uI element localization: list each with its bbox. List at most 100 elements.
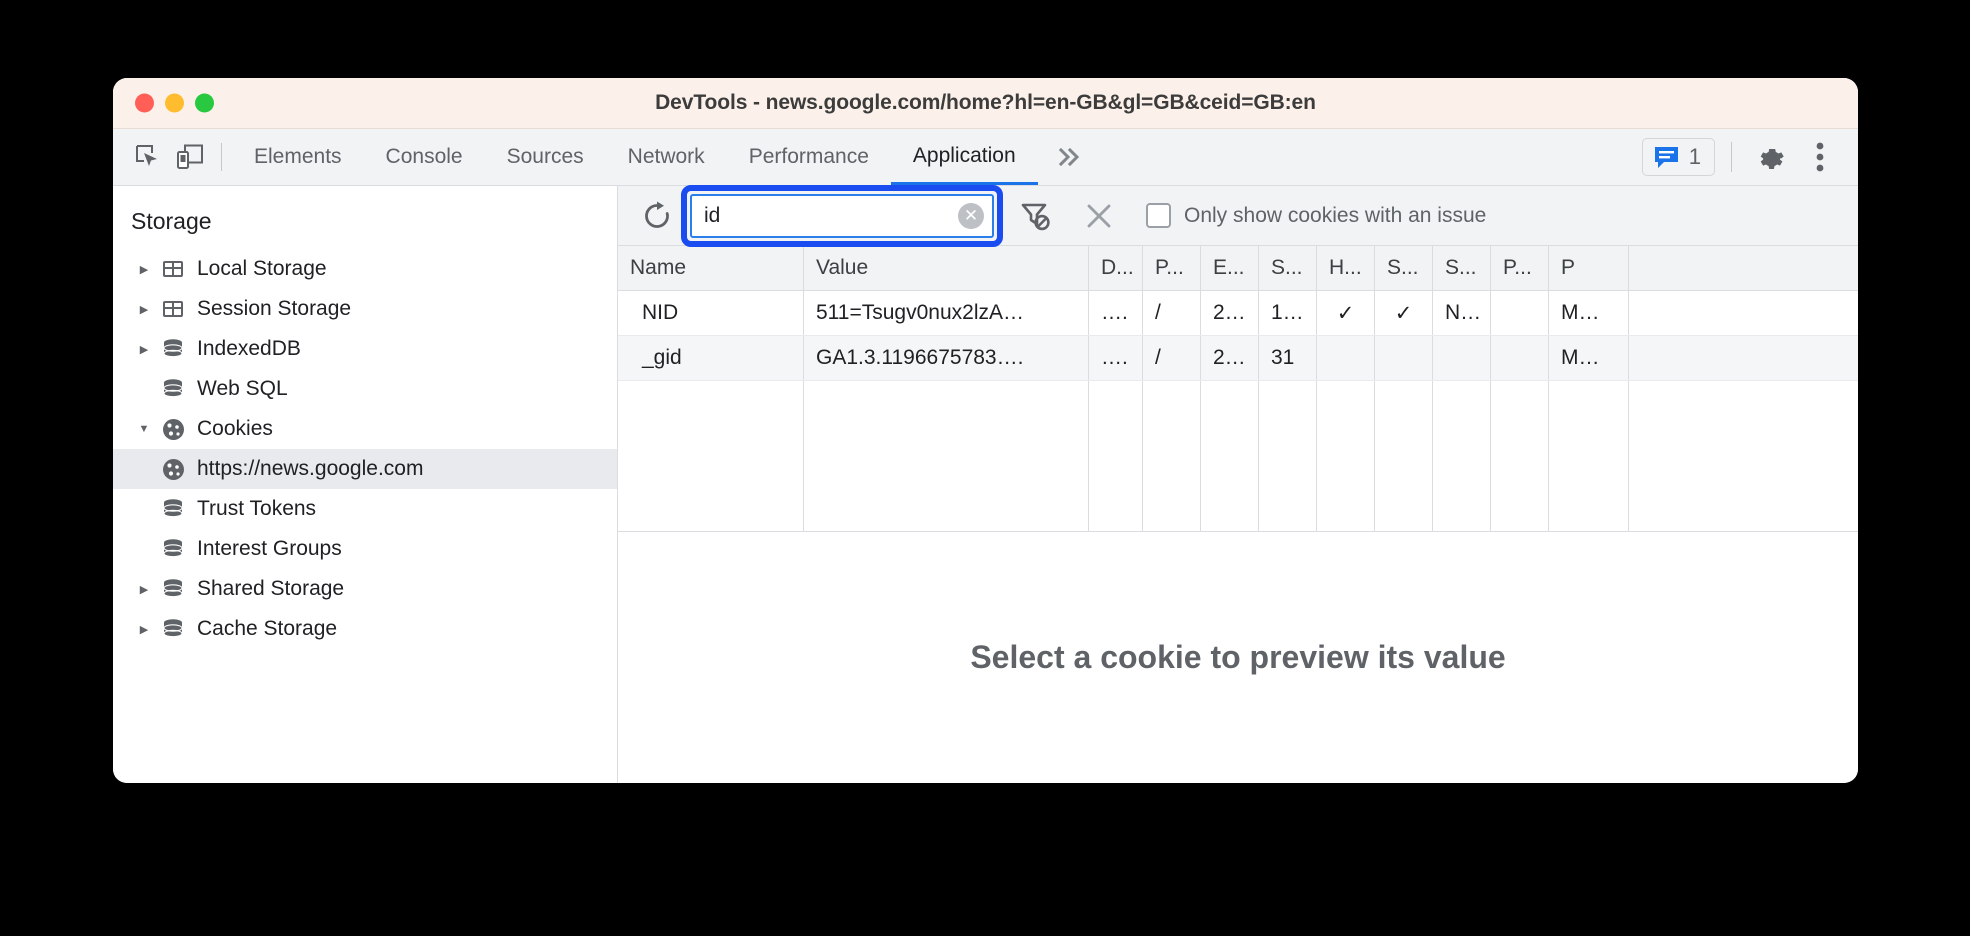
sidebar-item-label: https://news.google.com: [197, 457, 424, 480]
gear-icon[interactable]: [1748, 135, 1792, 179]
sidebar-item-session-storage[interactable]: ▶ Session Storage: [113, 289, 617, 329]
sidebar-item-cache-storage[interactable]: ▶ Cache Storage: [113, 609, 617, 649]
column-header-priority[interactable]: P: [1549, 246, 1629, 290]
cell-value: 511=Tsugv0nux2lzA…: [804, 291, 1089, 335]
cookies-pane: id ✕ Only show cookies with an issue Nam…: [618, 184, 1858, 783]
cookie-icon: [157, 457, 189, 482]
sidebar-item-label: Local Storage: [197, 257, 327, 280]
sidebar-item-trust-tokens[interactable]: ▶ Trust Tokens: [113, 489, 617, 529]
sidebar-item-indexeddb[interactable]: ▶ IndexedDB: [113, 329, 617, 369]
sidebar-item-web-sql[interactable]: ▶ Web SQL: [113, 369, 617, 409]
three-dots-vertical-icon[interactable]: [1798, 135, 1842, 179]
table-fill-column: [1143, 381, 1201, 531]
tab-network[interactable]: Network: [606, 129, 727, 185]
chevron-double-right-icon[interactable]: [1038, 129, 1100, 185]
cell-samesite: [1433, 336, 1491, 380]
screenshot-root: DevTools - news.google.com/home?hl=en-GB…: [0, 0, 1970, 936]
issues-message-icon: [1654, 146, 1678, 168]
cookies-table: Name Value D... P... E... S... H... S...…: [618, 246, 1858, 532]
refresh-icon[interactable]: [634, 193, 680, 239]
cell-secure: [1375, 336, 1433, 380]
tab-sources[interactable]: Sources: [485, 129, 606, 185]
column-header-samesite[interactable]: S...: [1433, 246, 1491, 290]
sidebar-item-local-storage[interactable]: ▶ Local Storage: [113, 249, 617, 289]
clear-filter-funnel-icon[interactable]: [1012, 193, 1058, 239]
cookie-icon: [157, 417, 189, 442]
issues-count: 1: [1688, 144, 1701, 169]
toolbar-divider: [1731, 142, 1732, 172]
table-fill-column: [804, 381, 1089, 531]
tab-label: Console: [385, 145, 463, 168]
device-toolbar-icon[interactable]: [169, 129, 211, 185]
chevron-right-icon[interactable]: ▶: [131, 303, 157, 316]
column-header-size[interactable]: S...: [1259, 246, 1317, 290]
database-icon: [157, 377, 189, 401]
column-header-secure[interactable]: S...: [1375, 246, 1433, 290]
cell-priority: M…: [1549, 291, 1629, 335]
tab-console[interactable]: Console: [364, 129, 485, 185]
sidebar-item-label: Shared Storage: [197, 577, 345, 600]
minimize-window-button[interactable]: [165, 93, 184, 113]
sidebar-item-label: Cookies: [197, 417, 273, 440]
window-titlebar: DevTools - news.google.com/home?hl=en-GB…: [113, 78, 1858, 129]
sidebar-item-cookies[interactable]: ▼ Cookies: [113, 409, 617, 449]
cell-path: /: [1143, 291, 1201, 335]
column-header-expires[interactable]: E...: [1201, 246, 1259, 290]
column-header-partitionkey[interactable]: P...: [1491, 246, 1549, 290]
close-window-button[interactable]: [135, 93, 154, 113]
chevron-down-icon[interactable]: ▼: [131, 423, 157, 435]
window-title: DevTools - news.google.com/home?hl=en-GB…: [655, 91, 1316, 114]
cell-size: 1…: [1259, 291, 1317, 335]
cookies-filter-toolbar: id ✕ Only show cookies with an issue: [618, 184, 1858, 247]
cell-httponly: [1317, 336, 1375, 380]
issues-badge[interactable]: 1: [1641, 138, 1715, 176]
search-input-value: id: [704, 203, 721, 227]
sidebar-item-label: Web SQL: [197, 377, 288, 400]
inspect-cursor-icon[interactable]: [127, 129, 169, 185]
table-row[interactable]: _gid GA1.3.1196675783…. …. / 2… 31 M…: [618, 336, 1858, 381]
cell-expires: 2…: [1201, 291, 1259, 335]
sidebar-heading: Storage: [131, 208, 212, 234]
sidebar-item-label: Trust Tokens: [197, 497, 317, 520]
cell-partitionkey: [1491, 336, 1549, 380]
table-header-row: Name Value D... P... E... S... H... S...…: [618, 246, 1858, 291]
column-header-value[interactable]: Value: [804, 246, 1089, 290]
cell-httponly: ✓: [1317, 291, 1375, 335]
close-x-icon[interactable]: [1076, 193, 1122, 239]
sidebar-item-label: Session Storage: [197, 297, 352, 320]
only-issues-checkbox[interactable]: [1146, 203, 1171, 228]
cookie-filter-search: id ✕: [681, 184, 1003, 247]
cell-name: NID: [618, 291, 804, 335]
tab-application[interactable]: Application: [890, 129, 1038, 185]
devtools-tabbar: Elements Console Sources Network Perform…: [113, 129, 1858, 186]
column-header-httponly[interactable]: H...: [1317, 246, 1375, 290]
sidebar-item-label: Cache Storage: [197, 617, 338, 640]
chevron-right-icon[interactable]: ▶: [131, 623, 157, 636]
column-header-name[interactable]: Name: [618, 246, 804, 290]
cell-path: /: [1143, 336, 1201, 380]
sidebar-item-shared-storage[interactable]: ▶ Shared Storage: [113, 569, 617, 609]
maximize-window-button[interactable]: [195, 93, 214, 113]
devtools-window: DevTools - news.google.com/home?hl=en-GB…: [113, 78, 1858, 783]
tab-performance[interactable]: Performance: [727, 129, 891, 185]
cookie-preview-panel: Select a cookie to preview its value: [618, 532, 1858, 783]
database-icon: [157, 537, 189, 561]
search-input[interactable]: id ✕: [690, 193, 994, 238]
chevron-right-icon[interactable]: ▶: [131, 583, 157, 596]
toolbar-divider: [221, 143, 222, 171]
column-header-path[interactable]: P...: [1143, 246, 1201, 290]
chevron-right-icon[interactable]: ▶: [131, 343, 157, 356]
column-header-domain[interactable]: D...: [1089, 246, 1143, 290]
table-empty-area: [618, 381, 1858, 531]
table-fill-column: [1491, 381, 1549, 531]
sidebar-item-interest-groups[interactable]: ▶ Interest Groups: [113, 529, 617, 569]
sidebar-item-label: IndexedDB: [197, 337, 301, 360]
table-row[interactable]: NID 511=Tsugv0nux2lzA… …. / 2… 1… ✓ ✓ N……: [618, 291, 1858, 336]
only-issues-checkbox-row[interactable]: Only show cookies with an issue: [1146, 203, 1486, 228]
chevron-right-icon[interactable]: ▶: [131, 263, 157, 276]
sidebar-item-news-google-cookies[interactable]: https://news.google.com: [113, 449, 617, 489]
clear-circle-icon[interactable]: ✕: [958, 202, 984, 229]
sidebar-item-label: Interest Groups: [197, 537, 342, 560]
tab-elements[interactable]: Elements: [232, 129, 364, 185]
database-icon: [157, 617, 189, 641]
